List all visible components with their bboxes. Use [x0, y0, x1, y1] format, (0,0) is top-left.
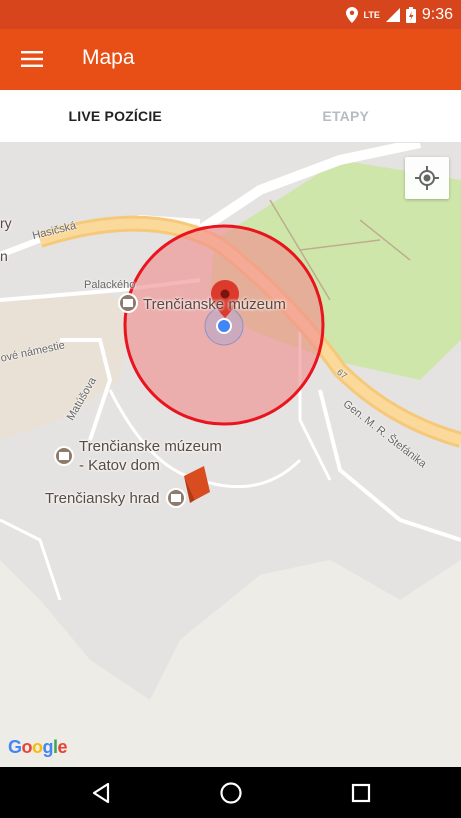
castle-icon[interactable] [166, 488, 186, 508]
tab-stages[interactable]: ETAPY [231, 90, 461, 142]
map-view[interactable]: Trenčianske múzeum Trenčianske múzeum - … [0, 143, 461, 767]
system-nav-bar [0, 767, 461, 818]
recents-button[interactable] [341, 777, 381, 809]
network-type: LTE [363, 9, 380, 20]
my-location-button[interactable] [405, 157, 449, 199]
location-icon [345, 6, 358, 23]
tab-live-positions[interactable]: LIVE POZÍCIE [0, 90, 231, 142]
back-triangle-icon [92, 782, 110, 804]
hamburger-menu-icon [21, 51, 43, 67]
recents-square-icon [351, 783, 371, 803]
page-title: Mapa [82, 46, 135, 69]
app-bar: Mapa [0, 29, 461, 90]
place-label-museum[interactable]: Trenčianske múzeum [143, 296, 286, 313]
back-button[interactable] [81, 777, 121, 809]
signal-icon [385, 7, 400, 22]
place-label-partial-top: ry [0, 215, 12, 231]
museum-icon[interactable] [118, 293, 138, 313]
clock: 9:36 [421, 5, 453, 23]
museum-katov-icon[interactable] [54, 446, 74, 466]
street-label-palackeho: Palackého [84, 279, 136, 291]
google-attribution-logo: Google [8, 737, 68, 758]
status-bar: LTE 9:36 [0, 0, 461, 29]
place-label-museum-katov-line1[interactable]: Trenčianske múzeum [79, 438, 222, 455]
crosshair-icon [415, 166, 439, 190]
place-label-museum-katov-line2[interactable]: - Katov dom [79, 457, 160, 474]
status-icons: LTE 9:36 [345, 0, 453, 29]
home-circle-icon [220, 782, 242, 804]
battery-icon [405, 6, 416, 23]
home-button[interactable] [211, 777, 251, 809]
google-text: Google [8, 737, 68, 757]
place-label-partial-mid: n [0, 248, 8, 264]
menu-button[interactable] [14, 41, 50, 77]
tab-bar: LIVE POZÍCIE ETAPY [0, 90, 461, 143]
place-label-castle[interactable]: Trenčiansky hrad [45, 490, 160, 507]
